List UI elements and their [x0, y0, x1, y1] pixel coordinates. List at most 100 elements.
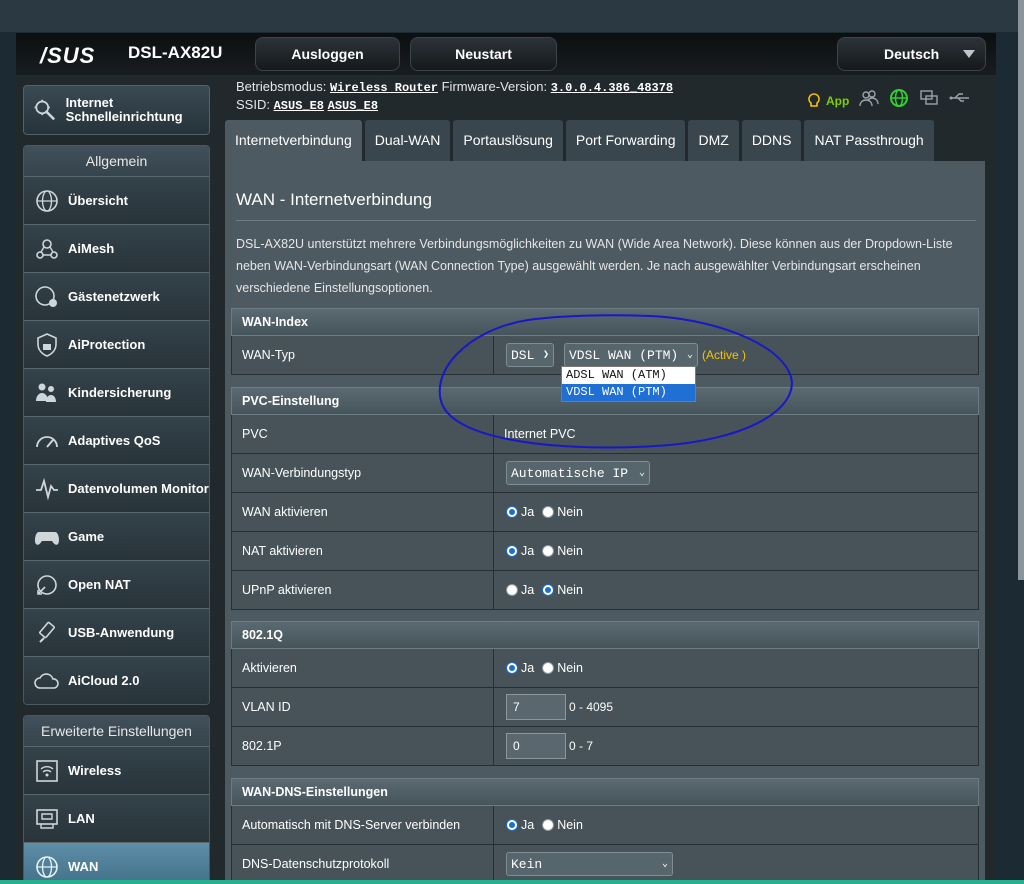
conn-type-value: Automatische IP — [511, 465, 629, 481]
sidebar-item-wan[interactable]: WAN — [24, 842, 209, 884]
nat-enable-label: NAT aktivieren — [232, 532, 494, 570]
advanced-menu: Erweiterte Einstellungen Wireless LAN WAN — [23, 715, 210, 884]
mesh-icon — [31, 233, 63, 265]
language-select[interactable]: Deutsch — [837, 37, 986, 71]
upnp-yes-radio[interactable]: Ja — [506, 583, 534, 597]
copy-windows-icon[interactable] — [919, 89, 939, 112]
tab-dual-wan[interactable]: Dual-WAN — [364, 120, 451, 161]
tab-port-forwarding[interactable]: Port Forwarding — [565, 120, 686, 161]
radio-checked-icon — [506, 506, 518, 518]
tab-internetverbindung[interactable]: Internetverbindung — [225, 120, 362, 161]
sidebar-item-aiprotection[interactable]: AiProtection — [24, 320, 209, 368]
prio-label: 802.1P — [232, 727, 494, 765]
tab-nat-passthrough[interactable]: NAT Passthrough — [804, 120, 934, 161]
dns-privacy-label: DNS-Datenschutzprotokoll — [232, 845, 494, 883]
bottom-accent-bar — [0, 880, 1024, 884]
prio-input[interactable]: 0 — [506, 733, 566, 759]
sidebar-item-übersicht[interactable]: Übersicht — [24, 176, 209, 224]
sidebar-item-adaptives-qos[interactable]: Adaptives QoS — [24, 416, 209, 464]
sidebar-item-kindersicherung[interactable]: Kindersicherung — [24, 368, 209, 416]
dns-header: WAN-DNS-Einstellungen — [231, 778, 979, 806]
radio-checked-icon — [542, 584, 555, 596]
sidebar-item-open-nat[interactable]: Open NAT — [24, 560, 209, 608]
dot1q-yes-radio[interactable]: Ja — [506, 661, 534, 675]
sidebar-item-label: Kindersicherung — [68, 384, 172, 400]
tab-ddns[interactable]: DDNS — [741, 120, 802, 161]
dot1q-enable-row: Aktivieren Ja Nein — [231, 649, 979, 688]
radio-label: Ja — [521, 505, 535, 519]
sidebar-item-label: USB-Anwendung — [68, 624, 175, 640]
radio-empty-icon — [542, 545, 555, 557]
clients-icon[interactable] — [859, 89, 880, 112]
radio-empty-icon — [506, 584, 518, 596]
dot1q-header: 802.1Q — [231, 621, 979, 649]
gamepad-icon — [31, 521, 63, 553]
upnp-no-radio[interactable]: Nein — [542, 583, 583, 597]
logout-button[interactable]: Ausloggen — [255, 37, 400, 71]
sidebar-item-aicloud-2-0[interactable]: AiCloud 2.0 — [24, 656, 209, 704]
radio-checked-icon — [506, 662, 518, 674]
vlan-row: VLAN ID 70 - 4095 — [231, 688, 979, 727]
sidebar-item-gästenetzwerk[interactable]: Gästenetzwerk — [24, 272, 209, 320]
chevron-down-icon: ⌄ — [661, 859, 668, 870]
sidebar-item-wireless[interactable]: Wireless — [24, 746, 209, 794]
open-nat-icon — [31, 569, 63, 601]
restart-button[interactable]: Neustart — [410, 37, 557, 71]
sidebar-item-datenvolumen-monitor[interactable]: Datenvolumen Monitor — [24, 464, 209, 512]
internet-status-icon[interactable] — [889, 88, 909, 113]
prio-row: 802.1P 00 - 7 — [231, 727, 979, 766]
annotation-ellipse — [438, 314, 793, 449]
traffic-monitor-icon — [31, 473, 63, 505]
wan-enable-row: WAN aktivieren Ja Nein — [231, 493, 979, 532]
sidebar-item-lan[interactable]: LAN — [24, 794, 209, 842]
mode-value-link[interactable]: Wireless Router — [330, 81, 438, 95]
conn-type-row: WAN-Verbindungstyp Automatische IP ⌄ — [231, 454, 979, 493]
dot1q-no-radio[interactable]: Nein — [542, 661, 583, 675]
conn-type-label: WAN-Verbindungstyp — [232, 454, 494, 492]
wan-enable-yes-radio[interactable]: Ja — [506, 505, 534, 519]
nat-enable-yes-radio[interactable]: Ja — [506, 544, 534, 558]
radio-label: Ja — [521, 818, 535, 832]
sidebar-item-aimesh[interactable]: AiMesh — [24, 224, 209, 272]
model-name: DSL-AX82U — [128, 43, 223, 62]
ssid-link-1[interactable]: ASUS_E8 — [274, 99, 324, 113]
radio-empty-icon — [542, 819, 555, 831]
wan-enable-no-radio[interactable]: Nein — [542, 505, 583, 519]
sidebar-item-label: Game — [68, 528, 105, 544]
general-menu: Allgemein Übersicht AiMesh Gästenetzwerk Ai… — [23, 145, 210, 705]
tab-portausloesung[interactable]: Portauslösung — [453, 120, 563, 161]
vlan-input[interactable]: 7 — [506, 694, 566, 720]
radio-label: Ja — [521, 544, 535, 558]
app-icon[interactable]: App — [808, 92, 849, 109]
title-divider — [236, 220, 976, 221]
firmware-value-link[interactable]: 3.0.0.4.386_48378 — [551, 81, 673, 95]
usb-status-icon[interactable] — [949, 91, 971, 110]
radio-label: Nein — [557, 583, 583, 597]
conn-type-select[interactable]: Automatische IP ⌄ — [506, 461, 650, 485]
sidebar-item-label: Übersicht — [68, 192, 128, 208]
firmware-label: Firmware-Version: — [441, 79, 548, 94]
quick-setup-button[interactable]: Internet Schnelleinrichtung — [23, 85, 210, 135]
tab-dmz[interactable]: DMZ — [688, 120, 739, 161]
upnp-label: UPnP aktivieren — [232, 571, 494, 609]
dns-auto-label: Automatisch mit DNS-Server verbinden — [232, 806, 494, 844]
sidebar-item-label: Wireless — [68, 762, 122, 778]
dns-section: WAN-DNS-Einstellungen Automatisch mit DN… — [231, 778, 979, 884]
window-scrollbar[interactable] — [1018, 0, 1024, 580]
family-icon — [31, 377, 63, 409]
ssid-link-2[interactable]: ASUS_E8 — [328, 99, 378, 113]
dns-privacy-select[interactable]: Kein ⌄ — [506, 852, 673, 876]
radio-label: Nein — [557, 544, 583, 558]
asus-logo: /SUS — [40, 43, 96, 68]
sidebar-item-game[interactable]: Game — [24, 512, 209, 560]
quick-setup-label: Internet Schnelleinrichtung — [65, 95, 183, 124]
chevron-down-icon: ⌄ — [638, 468, 645, 479]
dns-auto-no-radio[interactable]: Nein — [542, 818, 583, 832]
dns-auto-yes-radio[interactable]: Ja — [506, 818, 534, 832]
sidebar-item-label: Datenvolumen Monitor — [68, 480, 209, 496]
nat-enable-no-radio[interactable]: Nein — [542, 544, 583, 558]
sidebar-item-usb-anwendung[interactable]: USB-Anwendung — [24, 608, 209, 656]
lan-icon — [31, 803, 63, 835]
lock-shield-icon — [31, 329, 63, 361]
sidebar-item-label: AiCloud 2.0 — [68, 672, 140, 688]
